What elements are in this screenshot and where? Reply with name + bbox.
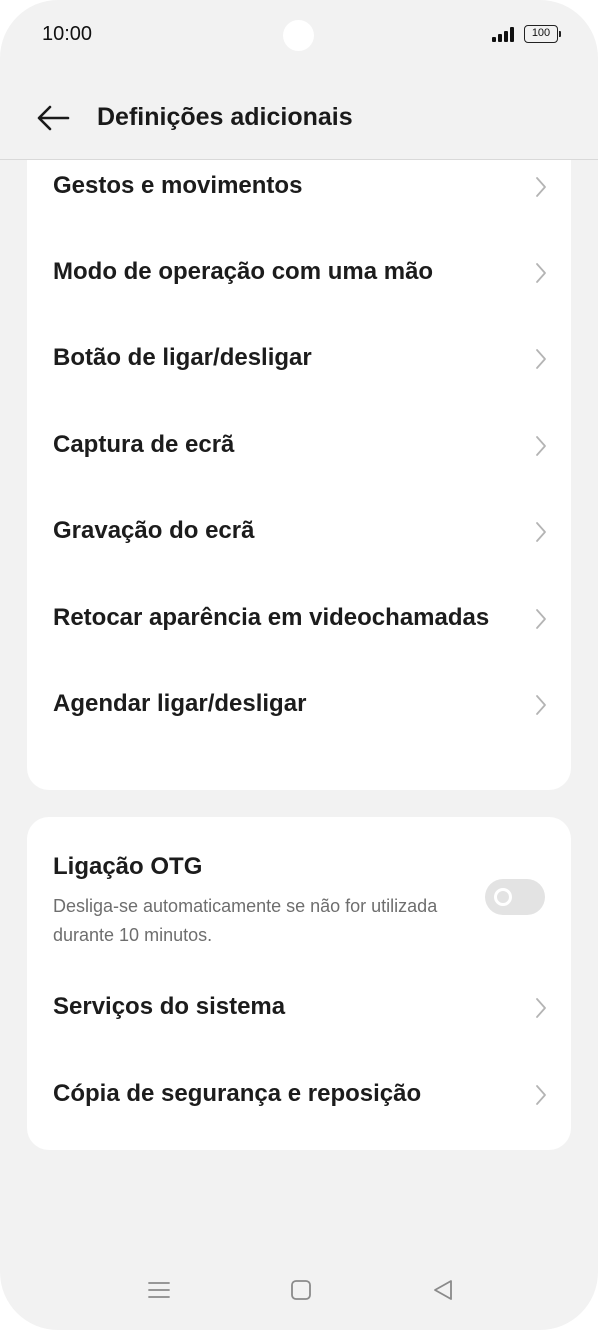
setting-label: Botão de ligar/desligar	[53, 344, 312, 371]
page-title: Definições adicionais	[97, 103, 353, 131]
setting-label: Captura de ecrã	[53, 431, 235, 458]
signal-icon	[492, 27, 518, 42]
status-time: 10:00	[42, 23, 93, 45]
chevron-right-icon	[536, 263, 546, 283]
setting-label: Serviços do sistema	[53, 993, 286, 1020]
setting-label: Retocar aparência em videochamadas	[53, 604, 490, 631]
setting-label: Cópia de segurança e reposição	[53, 1080, 422, 1107]
chevron-right-icon	[536, 998, 546, 1018]
chevron-right-icon	[536, 522, 546, 542]
chevron-right-icon	[536, 695, 546, 715]
setting-scheduled-power[interactable]: Agendar ligar/desligar	[27, 661, 571, 747]
chevron-right-icon	[536, 349, 546, 369]
setting-screen-recording[interactable]: Gravação do ecrã	[27, 488, 571, 574]
settings-list[interactable]: Gestos e movimentos Modo de operação com…	[0, 160, 598, 1250]
app-header: Definições adicionais	[0, 80, 598, 159]
setting-backup-reset[interactable]: Cópia de segurança e reposição	[27, 1051, 571, 1137]
otg-toggle[interactable]	[485, 879, 545, 915]
battery-icon: 100	[524, 25, 561, 43]
setting-one-hand-mode[interactable]: Modo de operação com uma mão	[27, 229, 571, 315]
chevron-right-icon	[536, 1085, 546, 1105]
setting-screenshot[interactable]: Captura de ecrã	[27, 402, 571, 488]
home-icon[interactable]	[286, 1275, 316, 1305]
setting-label: Modo de operação com uma mão	[53, 258, 434, 285]
setting-label: Gravação do ecrã	[53, 517, 255, 544]
back-arrow-icon[interactable]	[34, 102, 74, 134]
settings-group-2: Ligação OTG Desliga-se automaticamente s…	[27, 817, 571, 1150]
settings-group-1: Gestos e movimentos Modo de operação com…	[27, 160, 571, 790]
chevron-right-icon	[536, 177, 546, 197]
menu-icon[interactable]	[144, 1275, 174, 1305]
toggle-knob	[494, 888, 512, 906]
back-triangle-icon[interactable]	[428, 1275, 458, 1305]
setting-system-services[interactable]: Serviços do sistema	[27, 964, 571, 1050]
status-bar: 10:00 100	[0, 0, 598, 70]
front-camera-cutout	[283, 20, 314, 51]
navigation-bar	[0, 1255, 598, 1330]
otg-title: Ligação OTG	[53, 853, 203, 880]
chevron-right-icon	[536, 436, 546, 456]
setting-label: Gestos e movimentos	[53, 172, 303, 199]
chevron-right-icon	[536, 609, 546, 629]
setting-label: Agendar ligar/desligar	[53, 690, 307, 717]
setting-gestures-motions[interactable]: Gestos e movimentos	[27, 160, 571, 229]
otg-description: Desliga-se automaticamente se não for ut…	[53, 896, 438, 945]
setting-power-button[interactable]: Botão de ligar/desligar	[27, 315, 571, 401]
phone-screen: 10:00 100 Definições adicionais Gestos e…	[0, 0, 598, 1330]
setting-video-call-retouch[interactable]: Retocar aparência em videochamadas	[27, 575, 571, 661]
